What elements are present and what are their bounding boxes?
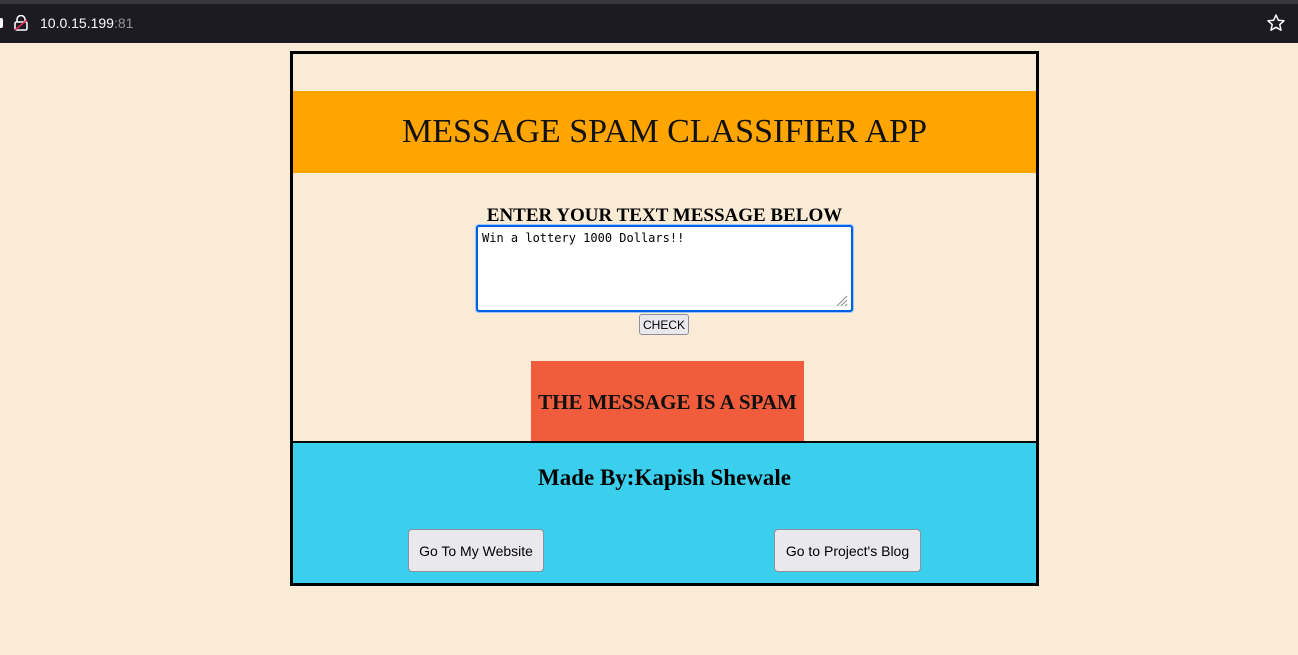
message-textarea[interactable]: Win a lottery 1000 Dollars!!	[476, 225, 853, 312]
project-blog-button[interactable]: Go to Project's Blog	[774, 529, 921, 572]
url-port: :81	[113, 15, 134, 31]
app-container: MESSAGE SPAM CLASSIFIER APP ENTER YOUR T…	[290, 51, 1039, 586]
resize-grip-icon[interactable]	[836, 295, 848, 307]
insecure-lock-icon[interactable]	[14, 15, 28, 31]
browser-toolbar: 10.0.15.199:81	[0, 0, 1298, 43]
message-prompt-label: ENTER YOUR TEXT MESSAGE BELOW	[486, 205, 843, 226]
address-bar[interactable]: 10.0.15.199:81	[40, 15, 133, 31]
website-button[interactable]: Go To My Website	[408, 529, 544, 572]
footer: Made By:Kapish Shewale Go To My Website …	[293, 441, 1036, 583]
made-by-label: Made By:Kapish Shewale	[537, 465, 792, 490]
page-title: MESSAGE SPAM CLASSIFIER APP	[402, 113, 927, 150]
app-header: MESSAGE SPAM CLASSIFIER APP	[293, 91, 1036, 173]
url-host: 10.0.15.199	[40, 15, 114, 31]
result-text: THE MESSAGE IS A SPAM	[538, 390, 797, 414]
result-banner: THE MESSAGE IS A SPAM	[531, 361, 804, 441]
bookmark-star-icon[interactable]	[1266, 13, 1286, 33]
check-button[interactable]: CHECK	[639, 314, 689, 335]
tab-edge-indicator	[0, 18, 3, 28]
